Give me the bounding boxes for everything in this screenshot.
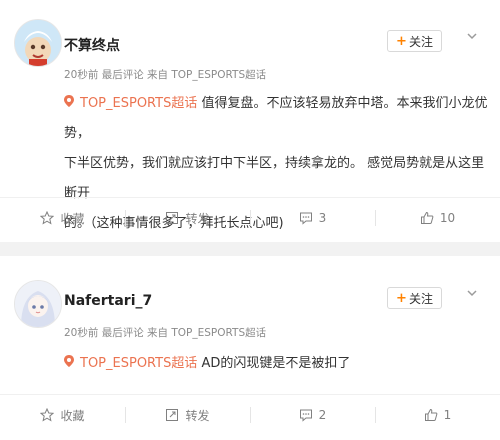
star-icon — [40, 408, 55, 422]
comment-icon — [299, 409, 312, 422]
repost-icon — [166, 409, 179, 421]
favorite-label: 收藏 — [60, 408, 85, 423]
follow-label: 关注 — [408, 34, 433, 49]
content-text: AD的闪现键是不是被扣了 — [197, 356, 351, 371]
username[interactable]: 不算终点 — [64, 35, 120, 55]
card-separator — [0, 242, 500, 256]
repost-button[interactable]: 转发 — [125, 395, 250, 435]
post-meta: 20秒前 最后评论 来自 TOP_ESPORTS超话 — [64, 327, 267, 339]
post-card: Nafertari_7 20秒前 最后评论 来自 TOP_ESPORTS超话 +… — [0, 256, 500, 440]
repost-label: 转发 — [185, 211, 210, 226]
topic-link[interactable]: TOP_ESPORTS超话 — [80, 356, 197, 371]
like-button[interactable]: 1 — [375, 395, 500, 435]
topic-link[interactable]: TOP_ESPORTS超话 — [80, 96, 197, 111]
location-pin-icon — [64, 89, 76, 119]
like-button[interactable]: 10 — [375, 198, 500, 238]
plus-icon: + — [396, 33, 407, 49]
avatar[interactable] — [14, 280, 62, 328]
like-count: 10 — [439, 211, 456, 225]
favorite-button[interactable]: 收藏 — [0, 198, 125, 238]
comment-count: 3 — [318, 211, 327, 225]
post-card: 不算终点 20秒前 最后评论 来自 TOP_ESPORTS超话 + 关注 TOP… — [0, 0, 500, 242]
repost-label: 转发 — [185, 408, 210, 423]
chevron-down-icon[interactable] — [466, 30, 478, 46]
repost-icon — [166, 212, 179, 224]
post-content: TOP_ESPORTS超话 AD的闪现键是不是被扣了 — [64, 349, 494, 379]
comment-button[interactable]: 3 — [250, 198, 375, 238]
chevron-down-icon[interactable] — [466, 287, 478, 303]
comment-icon — [299, 212, 312, 225]
action-bar: 收藏 转发 3 10 — [0, 197, 500, 238]
star-icon — [40, 211, 55, 225]
favorite-label: 收藏 — [60, 211, 85, 226]
avatar[interactable] — [14, 19, 62, 67]
comment-button[interactable]: 2 — [250, 395, 375, 435]
content-line: TOP_ESPORTS超话 AD的闪现键是不是被扣了 — [64, 349, 494, 379]
thumbs-up-icon — [420, 211, 434, 224]
repost-button[interactable]: 转发 — [125, 198, 250, 238]
username[interactable]: Nafertari_7 — [64, 293, 152, 309]
location-pin-icon — [64, 349, 76, 379]
comment-count: 2 — [318, 408, 327, 422]
thumbs-up-icon — [424, 408, 438, 421]
plus-icon: + — [396, 290, 407, 306]
post-meta: 20秒前 最后评论 来自 TOP_ESPORTS超话 — [64, 69, 267, 81]
content-line: TOP_ESPORTS超话 值得复盘。不应该轻易放弃中塔。本来我们小龙优势， — [64, 89, 494, 149]
like-count: 1 — [443, 408, 452, 422]
follow-button[interactable]: + 关注 — [387, 30, 442, 52]
follow-label: 关注 — [408, 291, 433, 306]
follow-button[interactable]: + 关注 — [387, 287, 442, 309]
favorite-button[interactable]: 收藏 — [0, 395, 125, 435]
action-bar: 收藏 转发 2 1 — [0, 394, 500, 435]
